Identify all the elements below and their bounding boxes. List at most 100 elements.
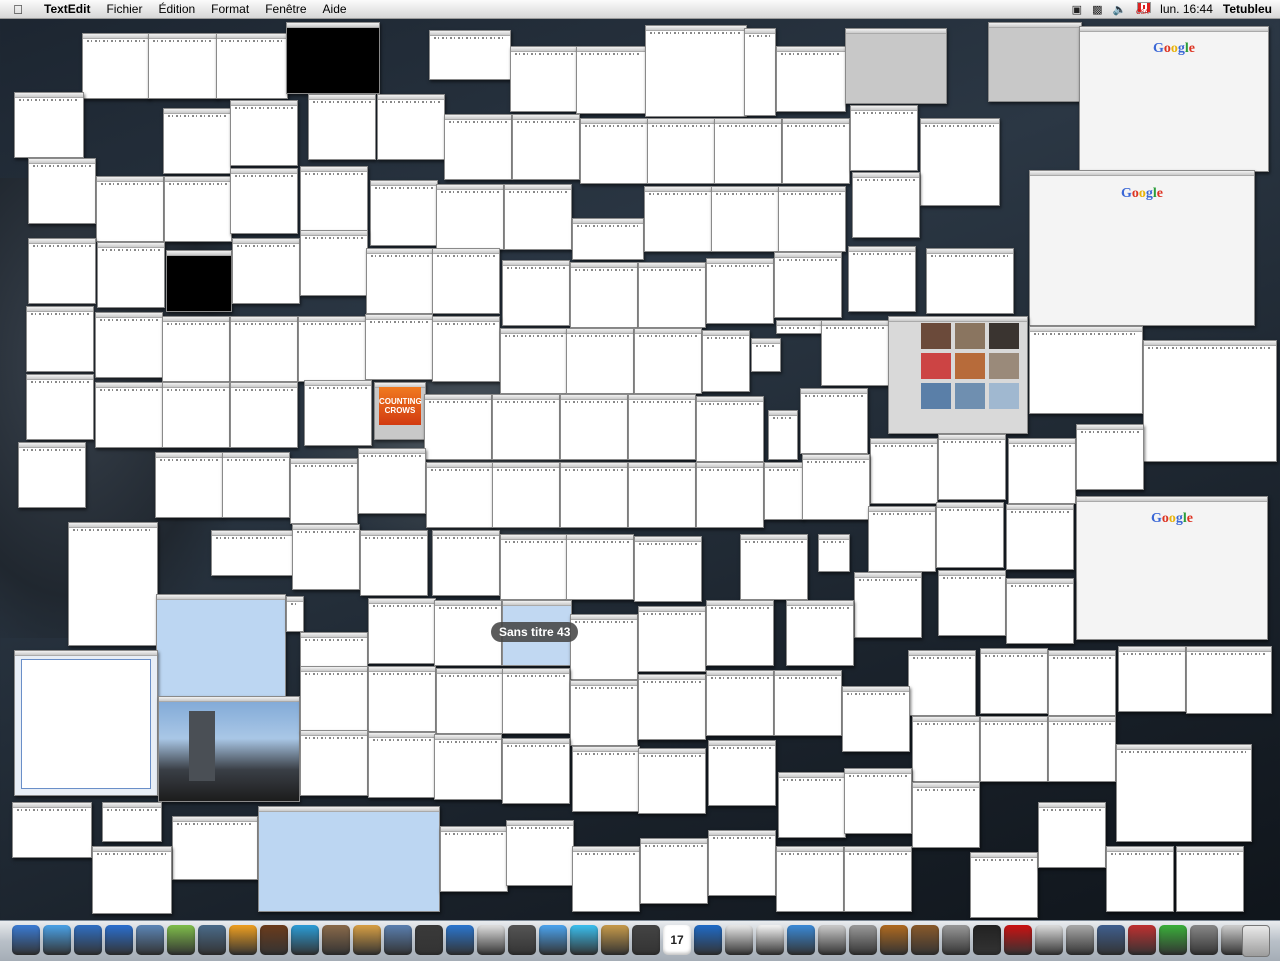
user-menu[interactable]: Tetubleu — [1223, 2, 1272, 16]
window-thumbnail[interactable] — [155, 452, 223, 518]
window-thumbnail[interactable] — [1118, 646, 1186, 712]
one-icon[interactable] — [539, 925, 567, 955]
window-thumbnail[interactable] — [304, 380, 372, 446]
window-thumbnail[interactable] — [426, 462, 494, 528]
window-thumbnail[interactable] — [366, 248, 434, 314]
window-thumbnail[interactable] — [572, 746, 640, 812]
window-thumbnail[interactable] — [1038, 802, 1106, 868]
window-thumbnail[interactable] — [821, 320, 889, 386]
window-thumbnail[interactable] — [300, 230, 368, 296]
window-thumbnail[interactable] — [920, 118, 1000, 206]
window-thumbnail[interactable] — [222, 452, 290, 518]
window-thumbnail[interactable] — [368, 666, 436, 732]
window-thumbnail[interactable] — [572, 846, 640, 912]
window-thumbnail[interactable] — [172, 816, 258, 880]
window-thumbnail[interactable] — [432, 248, 500, 314]
window-thumbnail[interactable]: COUNTING CROWS — [374, 382, 426, 440]
window-thumbnail[interactable] — [938, 434, 1006, 500]
window-thumbnail[interactable] — [802, 454, 870, 520]
window-thumbnail[interactable] — [764, 462, 804, 520]
window-thumbnail[interactable] — [82, 33, 150, 99]
window-thumbnail[interactable] — [300, 730, 368, 796]
window-thumbnail[interactable] — [164, 176, 232, 242]
window-thumbnail[interactable] — [638, 748, 706, 814]
mail-icon[interactable] — [322, 925, 350, 955]
apple-menu-icon[interactable]:  — [0, 2, 36, 17]
sky-icon[interactable] — [1097, 925, 1125, 955]
window-thumbnail[interactable] — [28, 238, 96, 304]
window-thumbnail[interactable] — [1006, 504, 1074, 570]
window-thumbnail[interactable] — [744, 28, 776, 116]
window-thumbnail[interactable] — [706, 670, 774, 736]
window-thumbnail[interactable] — [708, 740, 776, 806]
safari-icon[interactable] — [43, 925, 71, 955]
itunes-icon[interactable] — [167, 925, 195, 955]
menu-clock[interactable]: lun. 16:44 — [1160, 2, 1213, 16]
window-thumbnail[interactable] — [706, 258, 774, 324]
network-icon[interactable] — [74, 925, 102, 955]
window-thumbnail[interactable] — [988, 22, 1082, 102]
window-thumbnail[interactable] — [92, 846, 172, 914]
window-thumbnail[interactable] — [850, 105, 918, 171]
window-thumbnail[interactable] — [926, 248, 1014, 314]
window-thumbnail[interactable] — [12, 802, 92, 858]
utility-icon[interactable] — [849, 925, 877, 955]
window-thumbnail[interactable] — [502, 260, 570, 326]
window-thumbnail[interactable] — [102, 802, 162, 842]
window-thumbnail[interactable] — [572, 218, 644, 260]
window-thumbnail[interactable] — [148, 33, 218, 99]
window-thumbnail[interactable] — [28, 158, 96, 224]
window-thumbnail[interactable] — [912, 782, 980, 848]
window-thumbnail[interactable] — [647, 118, 715, 184]
window-thumbnail[interactable] — [888, 316, 1028, 434]
window-thumbnail[interactable] — [432, 530, 500, 596]
window-thumbnail[interactable] — [1029, 326, 1143, 414]
window-thumbnail[interactable] — [162, 382, 230, 448]
window-thumbnail[interactable] — [1143, 340, 1277, 462]
window-thumbnail[interactable] — [377, 94, 445, 160]
window-thumbnail[interactable] — [842, 686, 910, 752]
window-thumbnail[interactable] — [936, 502, 1004, 568]
window-thumbnail[interactable] — [778, 772, 846, 838]
window-thumbnail[interactable] — [504, 184, 572, 250]
window-thumbnail[interactable] — [18, 442, 86, 508]
window-thumbnail[interactable] — [844, 846, 912, 912]
window-thumbnail[interactable] — [26, 374, 94, 440]
window-thumbnail[interactable] — [844, 768, 912, 834]
preview-icon[interactable] — [136, 925, 164, 955]
window-thumbnail[interactable] — [163, 108, 231, 174]
window-thumbnail[interactable] — [751, 338, 781, 372]
window-thumbnail[interactable] — [368, 598, 436, 664]
window-thumbnail[interactable] — [1048, 650, 1116, 716]
window-thumbnail[interactable] — [566, 328, 634, 394]
finder-icon[interactable] — [12, 925, 40, 955]
window-thumbnail[interactable] — [645, 25, 747, 117]
window-thumbnail[interactable] — [776, 846, 844, 912]
game-icon[interactable] — [911, 925, 939, 955]
paint-icon[interactable] — [353, 925, 381, 955]
window-thumbnail[interactable] — [640, 838, 708, 904]
window-thumbnail[interactable] — [560, 394, 628, 460]
xcode-icon[interactable] — [198, 925, 226, 955]
window-thumbnail[interactable] — [1106, 846, 1174, 912]
window-thumbnail[interactable] — [638, 674, 706, 740]
window-thumbnail[interactable] — [768, 410, 798, 460]
weather-icon[interactable] — [787, 925, 815, 955]
notes-icon[interactable] — [756, 925, 784, 955]
window-thumbnail[interactable] — [1006, 578, 1074, 644]
window-thumbnail[interactable] — [782, 118, 850, 184]
window-thumbnail[interactable] — [776, 46, 846, 112]
chat-status-icon[interactable]: ▣ — [1072, 3, 1082, 16]
imovie-icon[interactable] — [415, 925, 443, 955]
window-thumbnail[interactable] — [492, 394, 560, 460]
window-thumbnail[interactable] — [96, 176, 164, 242]
palette-icon[interactable]: ▩ — [1092, 3, 1102, 16]
window-thumbnail[interactable] — [440, 826, 508, 892]
window-thumbnail[interactable] — [68, 522, 158, 646]
window-thumbnail[interactable] — [848, 246, 916, 312]
window-thumbnail[interactable] — [778, 186, 846, 252]
window-thumbnail[interactable] — [638, 262, 706, 328]
window-thumbnail[interactable] — [714, 118, 782, 184]
window-thumbnail[interactable] — [370, 180, 438, 246]
window-thumbnail[interactable] — [506, 820, 574, 886]
